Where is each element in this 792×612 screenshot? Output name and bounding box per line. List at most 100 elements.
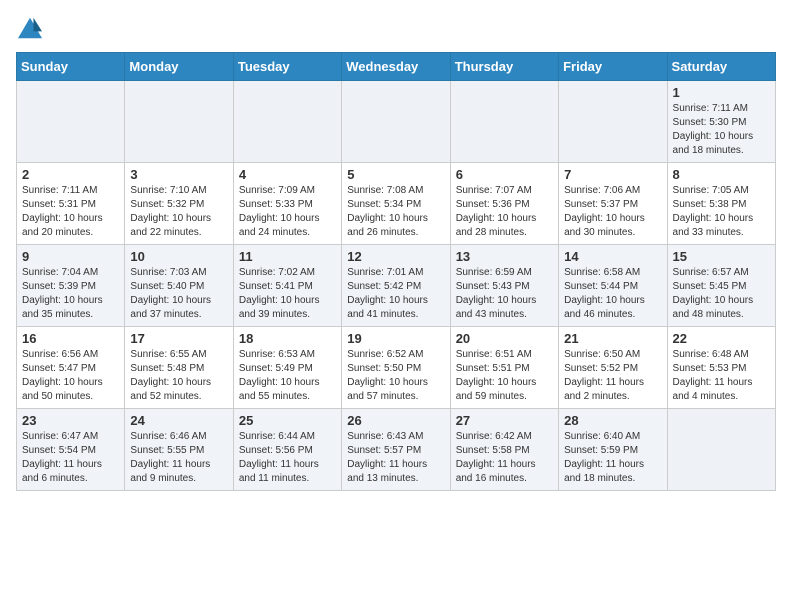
day-info: Sunrise: 7:11 AM Sunset: 5:31 PM Dayligh…	[22, 184, 119, 240]
calendar-cell: 26 Sunrise: 6:43 AM Sunset: 5:57 PM Dayli…	[342, 409, 450, 491]
calendar-cell: 3Sunrise: 7:10 AM Sunset: 5:32 PM Daylig…	[125, 163, 233, 245]
day-number: 5	[347, 167, 444, 182]
calendar-cell: 2 Sunrise: 7:11 AM Sunset: 5:31 PM Daylig…	[17, 163, 125, 245]
day-info: Sunrise: 7:03 AM Sunset: 5:40 PM Dayligh…	[130, 266, 227, 322]
page-header	[16, 16, 776, 40]
day-number: 22	[673, 331, 770, 346]
day-header-thursday: Thursday	[450, 53, 558, 81]
calendar-cell: 22 Sunrise: 6:48 AM Sunset: 5:53 PM Dayli…	[667, 327, 775, 409]
day-number: 28	[564, 413, 661, 428]
day-info: Sunrise: 7:06 AM Sunset: 5:37 PM Dayligh…	[564, 184, 661, 240]
day-number: 4	[239, 167, 336, 182]
calendar-cell: 23 Sunrise: 6:47 AM Sunset: 5:54 PM Dayli…	[17, 409, 125, 491]
calendar-cell: 16Sunrise: 6:56 AM Sunset: 5:47 PM Dayli…	[17, 327, 125, 409]
calendar-week-row: 2 Sunrise: 7:11 AM Sunset: 5:31 PM Daylig…	[17, 163, 776, 245]
day-number: 7	[564, 167, 661, 182]
day-info: Sunrise: 6:46 AM Sunset: 5:55 PM Dayligh…	[130, 430, 227, 486]
calendar-week-row: 23 Sunrise: 6:47 AM Sunset: 5:54 PM Dayli…	[17, 409, 776, 491]
day-number: 24	[130, 413, 227, 428]
day-info: Sunrise: 6:59 AM Sunset: 5:43 PM Dayligh…	[456, 266, 553, 322]
day-number: 13	[456, 249, 553, 264]
calendar-cell	[125, 81, 233, 163]
day-number: 27	[456, 413, 553, 428]
day-header-friday: Friday	[559, 53, 667, 81]
day-number: 6	[456, 167, 553, 182]
calendar-cell	[17, 81, 125, 163]
day-info: Sunrise: 7:05 AM Sunset: 5:38 PM Dayligh…	[673, 184, 770, 240]
calendar-cell	[667, 409, 775, 491]
day-header-sunday: Sunday	[17, 53, 125, 81]
calendar: SundayMondayTuesdayWednesdayThursdayFrid…	[16, 52, 776, 491]
calendar-cell: 20 Sunrise: 6:51 AM Sunset: 5:51 PM Dayli…	[450, 327, 558, 409]
calendar-cell: 14 Sunrise: 6:58 AM Sunset: 5:44 PM Dayli…	[559, 245, 667, 327]
calendar-cell: 19 Sunrise: 6:52 AM Sunset: 5:50 PM Dayli…	[342, 327, 450, 409]
day-info: Sunrise: 6:55 AM Sunset: 5:48 PM Dayligh…	[130, 348, 227, 404]
calendar-cell	[450, 81, 558, 163]
day-number: 11	[239, 249, 336, 264]
calendar-cell: 1 Sunrise: 7:11 AM Sunset: 5:30 PM Daylig…	[667, 81, 775, 163]
logo-icon	[16, 16, 44, 40]
day-info: Sunrise: 7:04 AM Sunset: 5:39 PM Dayligh…	[22, 266, 119, 322]
day-info: Sunrise: 6:44 AM Sunset: 5:56 PM Dayligh…	[239, 430, 336, 486]
day-info: Sunrise: 6:47 AM Sunset: 5:54 PM Dayligh…	[22, 430, 119, 486]
calendar-cell: 17 Sunrise: 6:55 AM Sunset: 5:48 PM Dayli…	[125, 327, 233, 409]
day-info: Sunrise: 7:11 AM Sunset: 5:30 PM Dayligh…	[673, 102, 770, 158]
day-info: Sunrise: 6:57 AM Sunset: 5:45 PM Dayligh…	[673, 266, 770, 322]
calendar-cell: 27 Sunrise: 6:42 AM Sunset: 5:58 PM Dayli…	[450, 409, 558, 491]
day-info: Sunrise: 6:58 AM Sunset: 5:44 PM Dayligh…	[564, 266, 661, 322]
day-info: Sunrise: 7:01 AM Sunset: 5:42 PM Dayligh…	[347, 266, 444, 322]
calendar-cell: 25 Sunrise: 6:44 AM Sunset: 5:56 PM Dayli…	[233, 409, 341, 491]
day-number: 1	[673, 85, 770, 100]
day-number: 25	[239, 413, 336, 428]
day-number: 17	[130, 331, 227, 346]
day-header-wednesday: Wednesday	[342, 53, 450, 81]
day-number: 9	[22, 249, 119, 264]
calendar-cell: 21Sunrise: 6:50 AM Sunset: 5:52 PM Dayli…	[559, 327, 667, 409]
day-info: Sunrise: 7:08 AM Sunset: 5:34 PM Dayligh…	[347, 184, 444, 240]
calendar-cell: 10 Sunrise: 7:03 AM Sunset: 5:40 PM Dayli…	[125, 245, 233, 327]
day-header-saturday: Saturday	[667, 53, 775, 81]
day-number: 18	[239, 331, 336, 346]
calendar-cell: 13 Sunrise: 6:59 AM Sunset: 5:43 PM Dayli…	[450, 245, 558, 327]
day-header-tuesday: Tuesday	[233, 53, 341, 81]
day-info: Sunrise: 6:43 AM Sunset: 5:57 PM Dayligh…	[347, 430, 444, 486]
calendar-week-row: 16Sunrise: 6:56 AM Sunset: 5:47 PM Dayli…	[17, 327, 776, 409]
calendar-cell: 12 Sunrise: 7:01 AM Sunset: 5:42 PM Dayli…	[342, 245, 450, 327]
day-info: Sunrise: 6:53 AM Sunset: 5:49 PM Dayligh…	[239, 348, 336, 404]
day-info: Sunrise: 6:51 AM Sunset: 5:51 PM Dayligh…	[456, 348, 553, 404]
day-info: Sunrise: 7:02 AM Sunset: 5:41 PM Dayligh…	[239, 266, 336, 322]
day-number: 15	[673, 249, 770, 264]
day-number: 10	[130, 249, 227, 264]
day-info: Sunrise: 6:40 AM Sunset: 5:59 PM Dayligh…	[564, 430, 661, 486]
day-number: 20	[456, 331, 553, 346]
day-number: 23	[22, 413, 119, 428]
day-info: Sunrise: 6:56 AM Sunset: 5:47 PM Dayligh…	[22, 348, 119, 404]
day-info: Sunrise: 6:48 AM Sunset: 5:53 PM Dayligh…	[673, 348, 770, 404]
calendar-cell: 24 Sunrise: 6:46 AM Sunset: 5:55 PM Dayli…	[125, 409, 233, 491]
calendar-week-row: 9 Sunrise: 7:04 AM Sunset: 5:39 PM Daylig…	[17, 245, 776, 327]
day-number: 26	[347, 413, 444, 428]
day-info: Sunrise: 7:07 AM Sunset: 5:36 PM Dayligh…	[456, 184, 553, 240]
day-number: 12	[347, 249, 444, 264]
calendar-cell: 4 Sunrise: 7:09 AM Sunset: 5:33 PM Daylig…	[233, 163, 341, 245]
calendar-cell: 18 Sunrise: 6:53 AM Sunset: 5:49 PM Dayli…	[233, 327, 341, 409]
calendar-cell: 28 Sunrise: 6:40 AM Sunset: 5:59 PM Dayli…	[559, 409, 667, 491]
day-info: Sunrise: 6:42 AM Sunset: 5:58 PM Dayligh…	[456, 430, 553, 486]
day-info: Sunrise: 6:52 AM Sunset: 5:50 PM Dayligh…	[347, 348, 444, 404]
calendar-cell	[342, 81, 450, 163]
calendar-week-row: 1 Sunrise: 7:11 AM Sunset: 5:30 PM Daylig…	[17, 81, 776, 163]
day-header-monday: Monday	[125, 53, 233, 81]
calendar-cell: 9 Sunrise: 7:04 AM Sunset: 5:39 PM Daylig…	[17, 245, 125, 327]
day-info: Sunrise: 7:10 AM Sunset: 5:32 PM Dayligh…	[130, 184, 227, 240]
day-number: 21	[564, 331, 661, 346]
calendar-cell: 6 Sunrise: 7:07 AM Sunset: 5:36 PM Daylig…	[450, 163, 558, 245]
calendar-cell: 15 Sunrise: 6:57 AM Sunset: 5:45 PM Dayli…	[667, 245, 775, 327]
day-number: 14	[564, 249, 661, 264]
day-info: Sunrise: 7:09 AM Sunset: 5:33 PM Dayligh…	[239, 184, 336, 240]
day-number: 2	[22, 167, 119, 182]
calendar-cell	[559, 81, 667, 163]
day-number: 19	[347, 331, 444, 346]
calendar-cell: 11 Sunrise: 7:02 AM Sunset: 5:41 PM Dayli…	[233, 245, 341, 327]
day-number: 8	[673, 167, 770, 182]
calendar-header-row: SundayMondayTuesdayWednesdayThursdayFrid…	[17, 53, 776, 81]
